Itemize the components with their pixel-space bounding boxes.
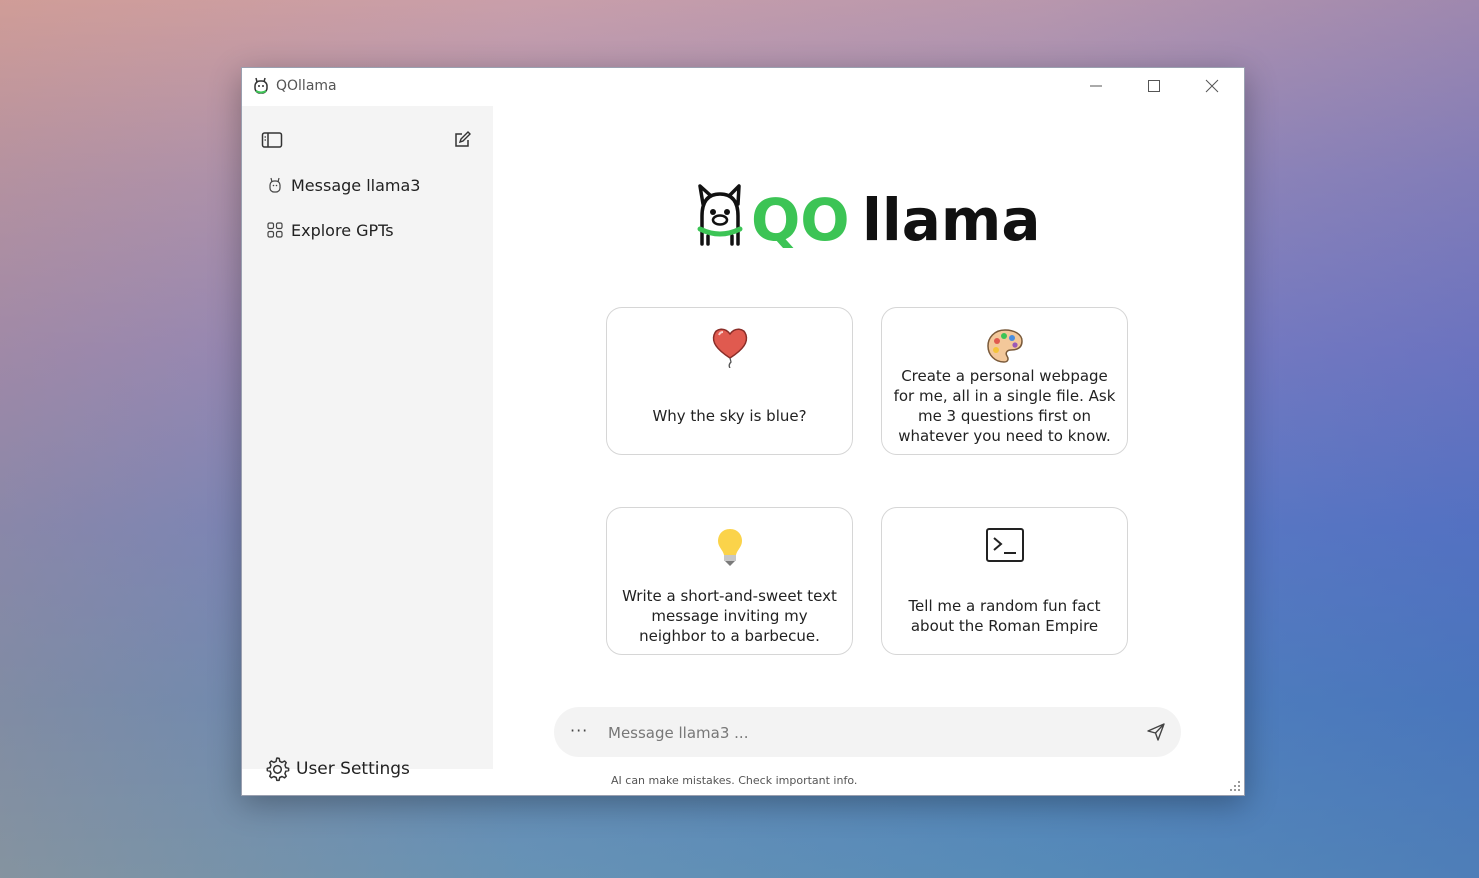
more-options-button[interactable]: ··· bbox=[570, 721, 588, 740]
heart-balloon-icon bbox=[712, 328, 747, 368]
logo-text-q: QO bbox=[751, 186, 850, 248]
suggestion-card-sky[interactable]: Why the sky is blue? bbox=[606, 307, 853, 455]
message-composer: ··· bbox=[554, 707, 1181, 757]
title-bar[interactable]: QOllama bbox=[242, 68, 1244, 106]
logo-text-llama: llama bbox=[862, 186, 1040, 248]
terminal-icon bbox=[985, 528, 1024, 562]
llama-app-icon bbox=[254, 77, 268, 94]
user-settings-label: User Settings bbox=[296, 759, 410, 779]
suggestion-card-barbecue[interactable]: Write a short-and-sweet text message inv… bbox=[606, 507, 853, 655]
suggestion-card-text: Tell me a random fun fact about the Roma… bbox=[908, 597, 1101, 635]
minimize-button[interactable] bbox=[1067, 68, 1125, 104]
app-window: QOllama Message llama3 Explore GPTs User… bbox=[241, 67, 1245, 796]
send-icon[interactable] bbox=[1146, 722, 1166, 742]
suggestion-card-webpage[interactable]: Create a personal webpage for me, all in… bbox=[881, 307, 1128, 455]
suggestion-card-roman[interactable]: Tell me a random fun fact about the Roma… bbox=[881, 507, 1128, 655]
maximize-icon bbox=[1148, 80, 1160, 92]
sidebar-toggle-icon bbox=[261, 132, 283, 148]
sidebar-item-label: Explore GPTs bbox=[291, 220, 394, 240]
message-input[interactable] bbox=[606, 717, 1130, 749]
palette-icon bbox=[986, 329, 1023, 363]
sidebar-item-message-llama3[interactable]: Message llama3 bbox=[266, 173, 420, 197]
sidebar-toggle-button[interactable] bbox=[260, 128, 284, 152]
suggestion-card-text: Why the sky is blue? bbox=[652, 407, 807, 425]
lightbulb-icon bbox=[717, 529, 742, 566]
suggestion-card-text: Create a personal webpage for me, all in… bbox=[893, 367, 1116, 445]
close-button[interactable] bbox=[1183, 68, 1241, 104]
sidebar-item-explore-gpts[interactable]: Explore GPTs bbox=[266, 218, 394, 242]
minimize-icon bbox=[1090, 85, 1102, 87]
llama-icon bbox=[266, 176, 284, 194]
resize-grip-icon[interactable] bbox=[1228, 779, 1242, 793]
new-chat-button[interactable] bbox=[450, 128, 474, 152]
sidebar-item-label: Message llama3 bbox=[291, 175, 421, 195]
new-chat-icon bbox=[455, 131, 471, 147]
sidebar: Message llama3 Explore GPTs User Setting… bbox=[242, 106, 493, 782]
grid-icon bbox=[266, 221, 284, 239]
gear-icon bbox=[266, 757, 290, 782]
close-icon bbox=[1205, 79, 1219, 93]
disclaimer-text: AI can make mistakes. Check important in… bbox=[611, 774, 858, 787]
window-title: QOllama bbox=[276, 78, 337, 94]
maximize-button[interactable] bbox=[1125, 68, 1183, 104]
qollama-logo: QO llama bbox=[697, 184, 1040, 248]
suggestion-card-text: Write a short-and-sweet text message inv… bbox=[622, 587, 837, 645]
main-panel: QO llama Why the sky is blue? Create a p… bbox=[493, 106, 1244, 795]
user-settings-button[interactable]: User Settings bbox=[264, 756, 410, 782]
